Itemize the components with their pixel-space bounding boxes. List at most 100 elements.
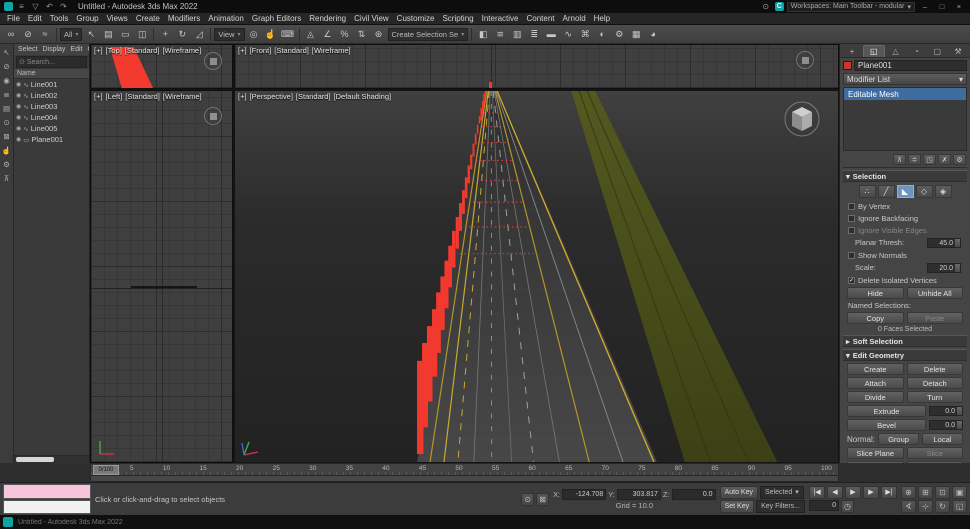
menu-views[interactable]: Views: [103, 14, 132, 23]
viewport-perspective[interactable]: [+] [Perspective] [Standard] [Default Sh…: [234, 90, 839, 463]
viewport-menu-button[interactable]: [+]: [238, 46, 247, 55]
hide-button[interactable]: Hide: [847, 287, 904, 299]
explorer-menu-select[interactable]: Select: [16, 46, 39, 53]
redo-icon[interactable]: ↷: [58, 2, 69, 11]
explorer-select-none-icon[interactable]: ⊘: [1, 61, 12, 71]
select-and-move-icon[interactable]: +: [157, 27, 173, 42]
scene-object-row[interactable]: ◉ ∿ Line004: [14, 112, 89, 123]
configure-modifier-sets-icon[interactable]: ⚙: [953, 154, 966, 165]
field-of-view-icon[interactable]: ∢: [901, 499, 916, 513]
scene-object-row[interactable]: ◉ ▭ Plane001: [14, 134, 89, 145]
selection-lock-icon[interactable]: ⊠: [536, 492, 550, 506]
edit-named-selection-sets-icon[interactable]: ⊛: [371, 27, 387, 42]
modifier-stack[interactable]: Editable Mesh: [843, 87, 967, 151]
bevel-button[interactable]: Bevel: [847, 419, 926, 431]
search-icon[interactable]: ⊙: [760, 2, 772, 11]
hierarchy-tab[interactable]: △: [886, 45, 906, 57]
viewport-shading-label[interactable]: [Wireframe]: [162, 46, 201, 55]
menu-file[interactable]: File: [3, 14, 24, 23]
minimize-button[interactable]: –: [918, 2, 932, 11]
visibility-eye-icon[interactable]: ◉: [16, 81, 21, 88]
normals-scale-spinner[interactable]: 20.0: [927, 262, 961, 273]
explorer-settings-icon[interactable]: ⚙: [1, 159, 12, 169]
scene-object-row[interactable]: ◉ ∿ Line005: [14, 123, 89, 134]
scene-object-row[interactable]: ◉ ∿ Line001: [14, 79, 89, 90]
edit-geometry-button[interactable]: Detach: [906, 377, 963, 389]
viewport-style-label[interactable]: [Standard]: [125, 46, 160, 55]
menu-scripting[interactable]: Scripting: [438, 14, 477, 23]
utilities-tab[interactable]: ⚒: [948, 45, 968, 57]
ignore-visible-edges-checkbox[interactable]: Ignore Visible Edges: [843, 225, 967, 235]
selection-set-dropdown[interactable]: Selected ▾: [760, 485, 804, 499]
zoom-icon[interactable]: ⊕: [901, 485, 916, 499]
menu-create[interactable]: Create: [132, 14, 164, 23]
toggle-ribbon-icon[interactable]: ▬: [543, 27, 559, 42]
y-coordinate-field[interactable]: 303.817: [616, 488, 661, 500]
visibility-eye-icon[interactable]: ◉: [16, 114, 21, 121]
normal-local-button[interactable]: Local: [922, 433, 964, 445]
edit-geometry-button[interactable]: Divide: [847, 391, 904, 403]
z-coordinate-field[interactable]: 0.0: [671, 488, 716, 500]
by-vertex-checkbox[interactable]: By Vertex: [843, 201, 967, 211]
orbit-icon[interactable]: ↻: [935, 499, 950, 513]
mirror-icon[interactable]: ◧: [475, 27, 491, 42]
menu-edit[interactable]: Edit: [24, 14, 46, 23]
rectangular-selection-region-icon[interactable]: ▭: [117, 27, 133, 42]
next-frame-button[interactable]: ▶: [863, 485, 879, 499]
set-key-button[interactable]: Set Key: [719, 499, 755, 513]
explorer-filter-icon[interactable]: ▤: [1, 103, 12, 113]
select-and-scale-icon[interactable]: ◿: [191, 27, 207, 42]
viewcube[interactable]: [796, 51, 814, 69]
toggle-scene-explorer-icon[interactable]: ▥: [509, 27, 525, 42]
curve-editor-icon[interactable]: ∿: [560, 27, 576, 42]
viewport-menu-button[interactable]: [+]: [94, 46, 103, 55]
soft-selection-rollout-header[interactable]: ▸ Soft Selection: [843, 335, 967, 347]
spinner-snap-icon[interactable]: ⇅: [354, 27, 370, 42]
explorer-menu-edit[interactable]: Edit: [68, 46, 84, 53]
render-setup-icon[interactable]: ⚙: [611, 27, 627, 42]
explorer-search-input[interactable]: ⊙ Search...: [16, 56, 87, 68]
percent-snap-icon[interactable]: %: [337, 27, 353, 42]
viewcube[interactable]: [782, 99, 822, 139]
viewport-menu-button[interactable]: [+]: [94, 92, 103, 101]
x-coordinate-field[interactable]: -124.708: [562, 488, 607, 500]
close-button[interactable]: ×: [952, 2, 966, 11]
zoom-all-icon[interactable]: ⊞: [918, 485, 933, 499]
viewport-top[interactable]: [+] [Top] [Standard] [Wireframe]: [90, 44, 233, 89]
menu-interactive[interactable]: Interactive: [478, 14, 523, 23]
extrude-button[interactable]: Extrude: [847, 405, 926, 417]
show-end-result-icon[interactable]: ≑: [908, 154, 921, 165]
select-by-name-icon[interactable]: ▤: [100, 27, 116, 42]
maximize-button[interactable]: □: [935, 2, 949, 11]
menu-customize[interactable]: Customize: [393, 14, 439, 23]
edit-geometry-rollout-header[interactable]: ▾ Edit Geometry: [843, 349, 967, 361]
face-subobject-icon[interactable]: ◣: [896, 185, 914, 198]
menu-civil-view[interactable]: Civil View: [350, 14, 393, 23]
explorer-pin-icon[interactable]: ⊼: [1, 173, 12, 183]
isolate-selection-icon[interactable]: ⊙: [521, 492, 535, 506]
toggle-layer-explorer-icon[interactable]: ≣: [526, 27, 542, 42]
bevel-spinner[interactable]: 0.0: [929, 420, 963, 430]
go-to-end-button[interactable]: ▶|: [881, 485, 897, 499]
time-slider[interactable]: 0/100 0510152025303540455055606570758085…: [90, 463, 839, 476]
explorer-find-icon[interactable]: ⊙: [1, 117, 12, 127]
edit-geometry-button[interactable]: Create: [847, 363, 904, 375]
explorer-horizontal-scrollbar[interactable]: [14, 455, 89, 463]
explorer-menu-customize[interactable]: Customize: [85, 46, 89, 53]
make-unique-icon[interactable]: ◳: [923, 154, 936, 165]
normal-group-button[interactable]: Group: [878, 433, 920, 445]
listener-line[interactable]: [3, 499, 91, 514]
menu-modifiers[interactable]: Modifiers: [164, 14, 204, 23]
polygon-subobject-icon[interactable]: ◇: [915, 185, 933, 198]
edit-geometry-button[interactable]: Attach: [847, 377, 904, 389]
visibility-eye-icon[interactable]: ◉: [16, 103, 21, 110]
menu-graph-editors[interactable]: Graph Editors: [248, 14, 305, 23]
scrollbar-thumb[interactable]: [16, 457, 54, 462]
render-production-icon[interactable]: ◕: [645, 27, 661, 42]
display-tab[interactable]: ▢: [927, 45, 947, 57]
stack-row-editable-mesh[interactable]: Editable Mesh: [844, 88, 966, 100]
user-avatar[interactable]: C: [774, 2, 784, 11]
viewport-style-label[interactable]: [Standard]: [274, 46, 309, 55]
workspace-selector[interactable]: Workspaces: Main Toolbar - modular ▾: [786, 1, 915, 12]
material-editor-icon[interactable]: ◐: [594, 27, 610, 42]
